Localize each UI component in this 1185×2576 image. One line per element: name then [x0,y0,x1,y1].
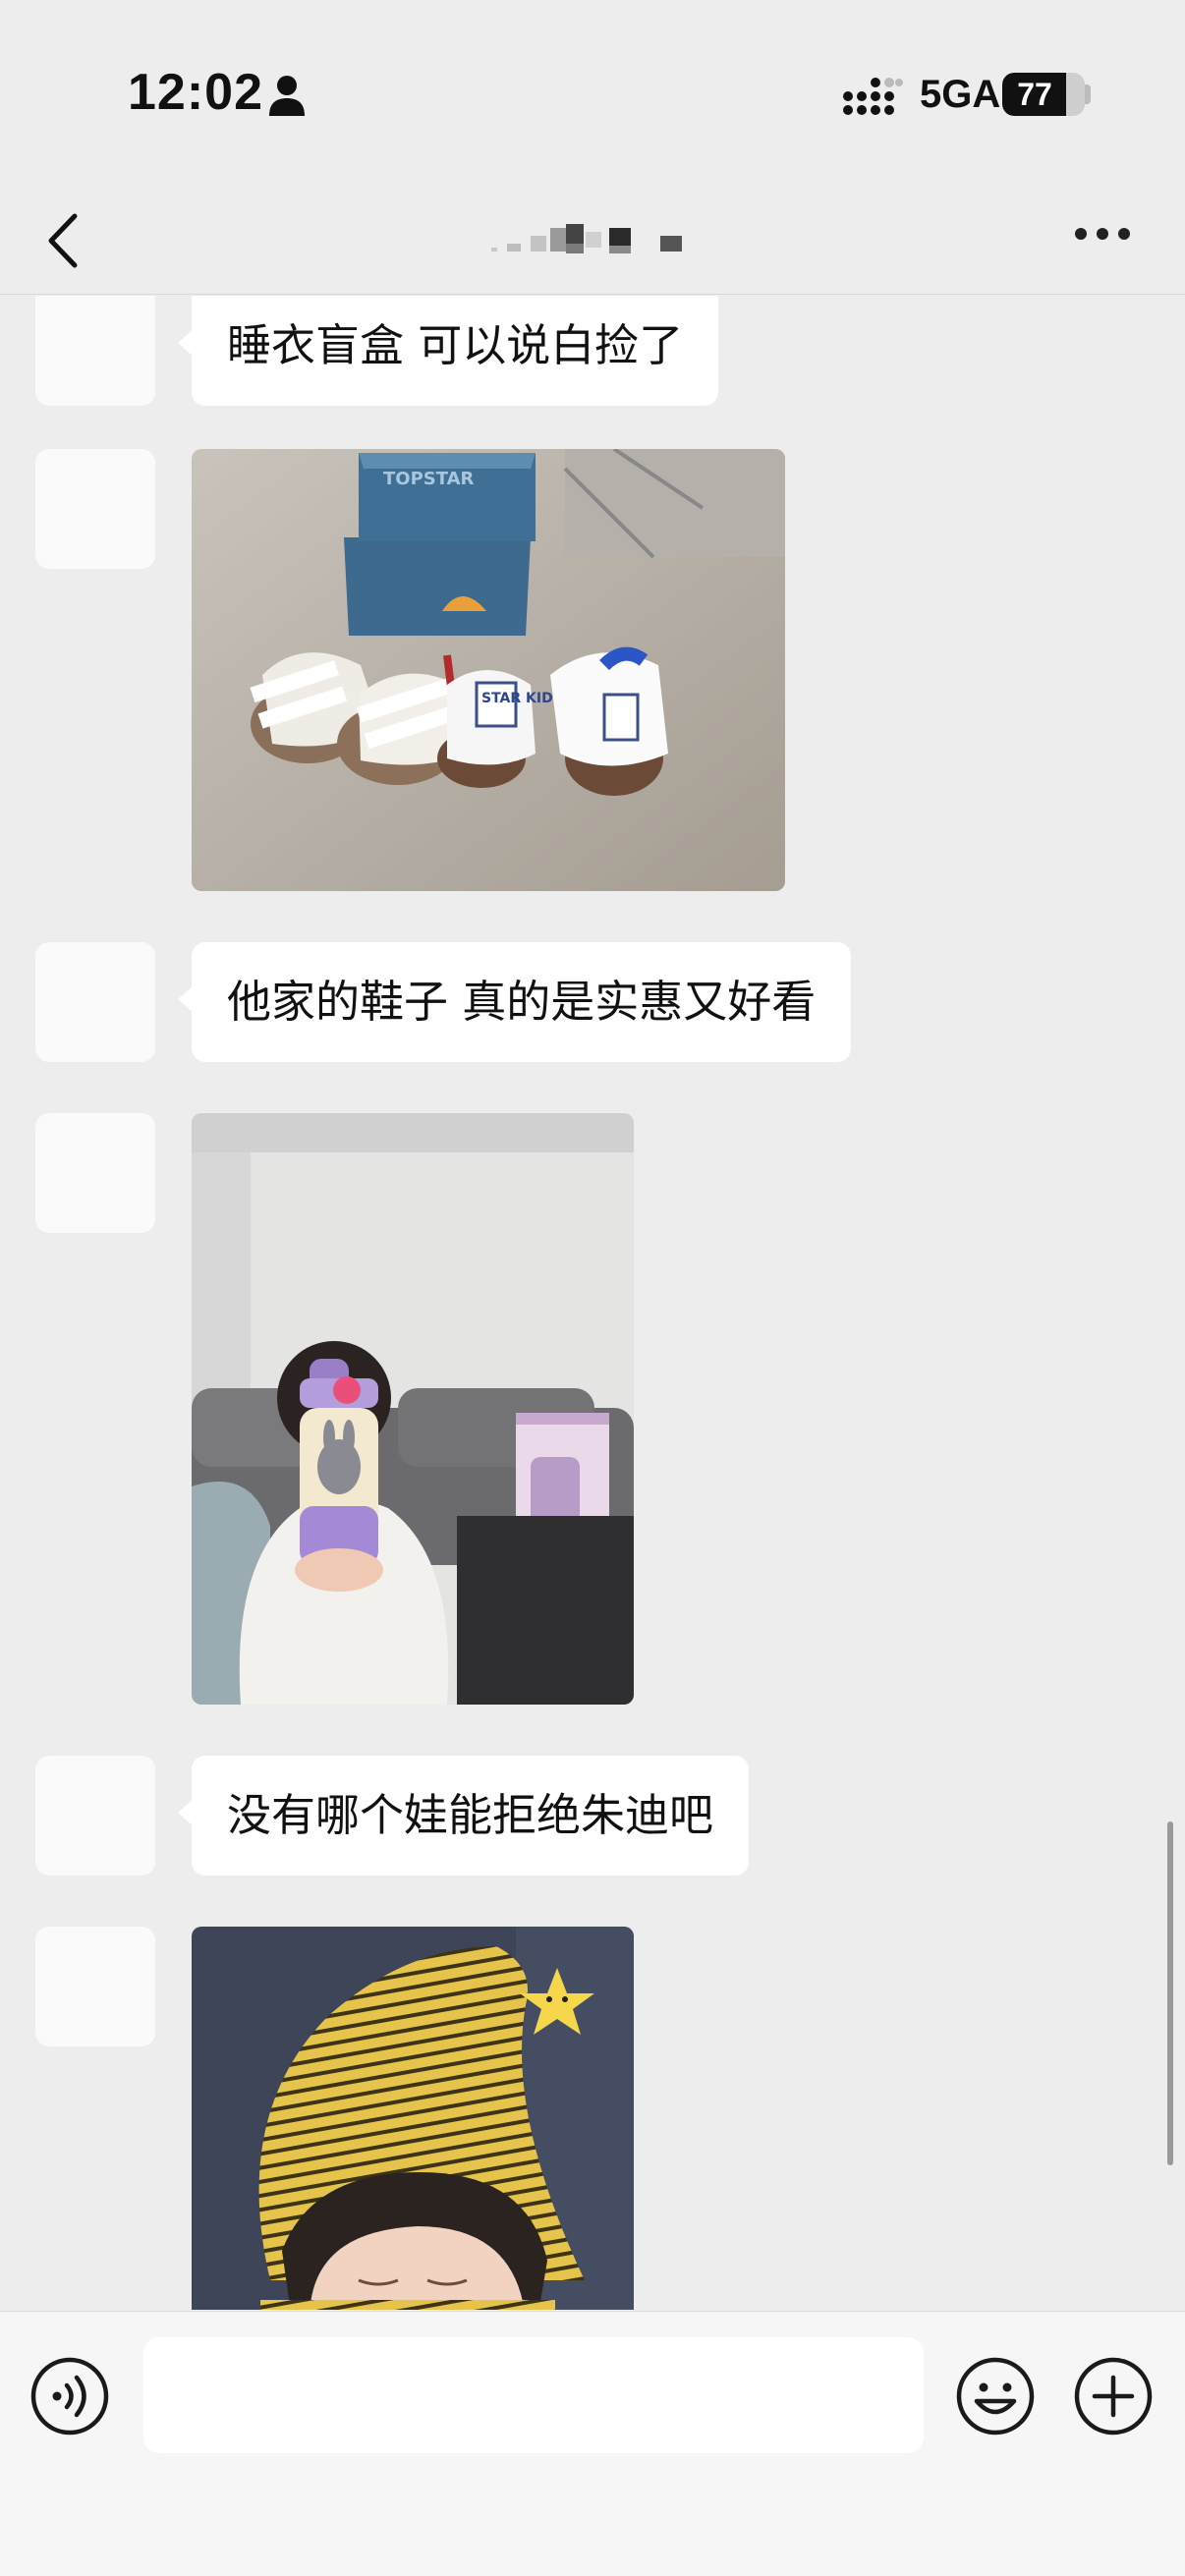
network-type-label: 5GA [920,73,1001,116]
sender-avatar[interactable] [35,1113,155,1233]
voice-input-icon[interactable] [29,2356,110,2436]
signal-dots-icon [843,78,903,115]
chat-title-pixelated [491,224,682,253]
sender-avatar[interactable] [35,296,155,406]
person-icon [269,76,305,116]
water-bottle-photo[interactable] [192,1113,634,1705]
back-arrow-icon[interactable] [43,210,83,271]
shoes-photo[interactable]: TOPSTAR STAR KIDS [192,449,785,891]
message-list[interactable]: 睡衣盲盒 可以说白捡了 TOPSTAR STAR KIDS 他家的鞋子 真的是实… [0,296,1185,2310]
battery-icon: 77 [1002,73,1085,116]
chat-scrollbar[interactable] [1167,1821,1173,2165]
status-bar: 12:02 5GA 77 [0,0,1185,187]
sender-avatar[interactable] [35,1756,155,1876]
battery-tip [1085,84,1091,104]
emoji-icon[interactable] [955,2356,1036,2436]
message-input-bar [0,2311,1185,2576]
add-plus-icon[interactable] [1073,2356,1154,2436]
more-options-icon[interactable] [1073,226,1132,242]
status-time: 12:02 [128,64,263,121]
text-message[interactable]: 睡衣盲盒 可以说白捡了 [177,296,719,406]
sender-avatar[interactable] [35,942,155,1062]
battery-percentage: 77 [1017,77,1052,112]
chat-header [0,187,1185,295]
text-message[interactable]: 他家的鞋子 真的是实惠又好看 [177,942,852,1062]
shoe-label-text: STAR KIDS [481,691,563,706]
sender-avatar[interactable] [35,449,155,569]
box-brand-text: TOPSTAR [383,469,475,489]
striped-hat-photo[interactable] [192,1927,634,2310]
text-message[interactable]: 没有哪个娃能拒绝朱迪吧 [177,1756,750,1876]
message-input[interactable] [143,2337,924,2453]
sender-avatar[interactable] [35,1927,155,2046]
